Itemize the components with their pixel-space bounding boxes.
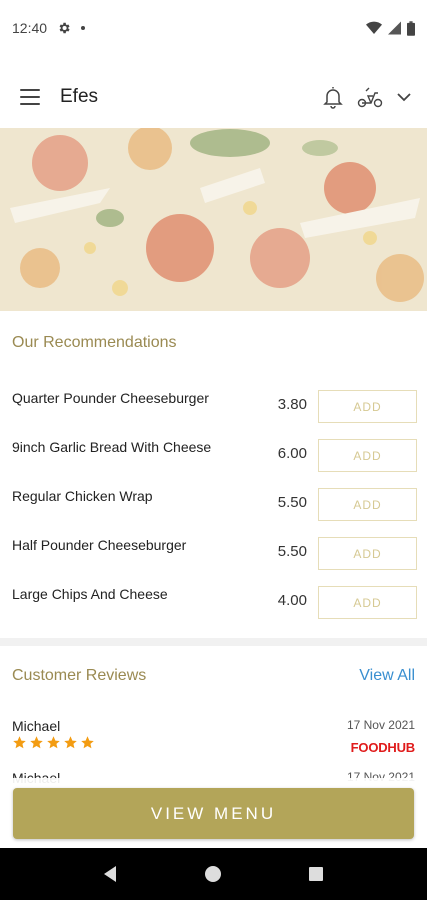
star-icon: [13, 736, 26, 749]
add-button[interactable]: ADD: [318, 488, 417, 521]
recommendations-title: Our Recommendations: [12, 334, 177, 351]
wifi-icon: [366, 21, 382, 34]
section-divider: [0, 638, 427, 646]
view-all-link[interactable]: View All: [359, 667, 415, 685]
item-price: 6.00: [277, 445, 307, 462]
star-rating: [12, 735, 95, 750]
scooter-icon[interactable]: [357, 86, 383, 108]
reviewer-name: Michael: [12, 718, 61, 734]
star-icon: [47, 736, 60, 749]
item-price: 5.50: [277, 494, 307, 511]
list-item: Large Chips And Cheese 4.00 ADD: [0, 576, 427, 625]
star-icon: [30, 736, 43, 749]
app-bar: Efes: [0, 66, 427, 128]
add-button[interactable]: ADD: [318, 537, 417, 570]
item-name: Regular Chicken Wrap: [12, 488, 153, 504]
chevron-down-icon[interactable]: [397, 92, 411, 102]
star-icon: [64, 736, 77, 749]
status-bar: 12:40: [0, 0, 427, 56]
battery-icon: [407, 20, 415, 36]
menu-icon[interactable]: [20, 89, 40, 105]
view-menu-button[interactable]: VIEW MENU: [13, 788, 414, 839]
back-icon[interactable]: [102, 865, 120, 883]
review-item: Michael 17 Nov 2021 FOODHUB: [0, 718, 427, 768]
add-button[interactable]: ADD: [318, 390, 417, 423]
app-title: Efes: [60, 86, 99, 107]
item-name: Half Pounder Cheeseburger: [12, 537, 187, 553]
list-item: 9inch Garlic Bread With Cheese 6.00 ADD: [0, 429, 427, 478]
item-price: 4.00: [277, 592, 307, 609]
list-item: Half Pounder Cheeseburger 5.50 ADD: [0, 527, 427, 576]
list-item: Regular Chicken Wrap 5.50 ADD: [0, 478, 427, 527]
item-name: Quarter Pounder Cheeseburger: [12, 390, 209, 406]
system-nav-bar: [0, 848, 427, 900]
review-date: 17 Nov 2021: [346, 718, 415, 732]
item-price: 5.50: [277, 543, 307, 560]
item-price: 3.80: [277, 396, 307, 413]
list-item: Quarter Pounder Cheeseburger 3.80 ADD: [0, 380, 427, 429]
status-time: 12:40: [12, 20, 48, 36]
pizza-photo: [0, 128, 427, 311]
dot-icon: [81, 26, 86, 30]
view-menu-bar: VIEW MENU: [0, 778, 427, 848]
reviews-title: Customer Reviews: [12, 667, 147, 684]
signal-icon: [388, 21, 401, 35]
star-icon: [81, 736, 94, 749]
foodhub-logo: FOODHUB: [350, 740, 416, 755]
add-button[interactable]: ADD: [318, 586, 417, 619]
home-icon[interactable]: [204, 865, 222, 883]
add-button[interactable]: ADD: [318, 439, 417, 472]
item-name: Large Chips And Cheese: [12, 586, 168, 602]
item-name: 9inch Garlic Bread With Cheese: [12, 439, 212, 455]
bell-icon[interactable]: [323, 85, 343, 109]
gear-icon: [59, 22, 70, 34]
recents-icon[interactable]: [307, 865, 325, 883]
